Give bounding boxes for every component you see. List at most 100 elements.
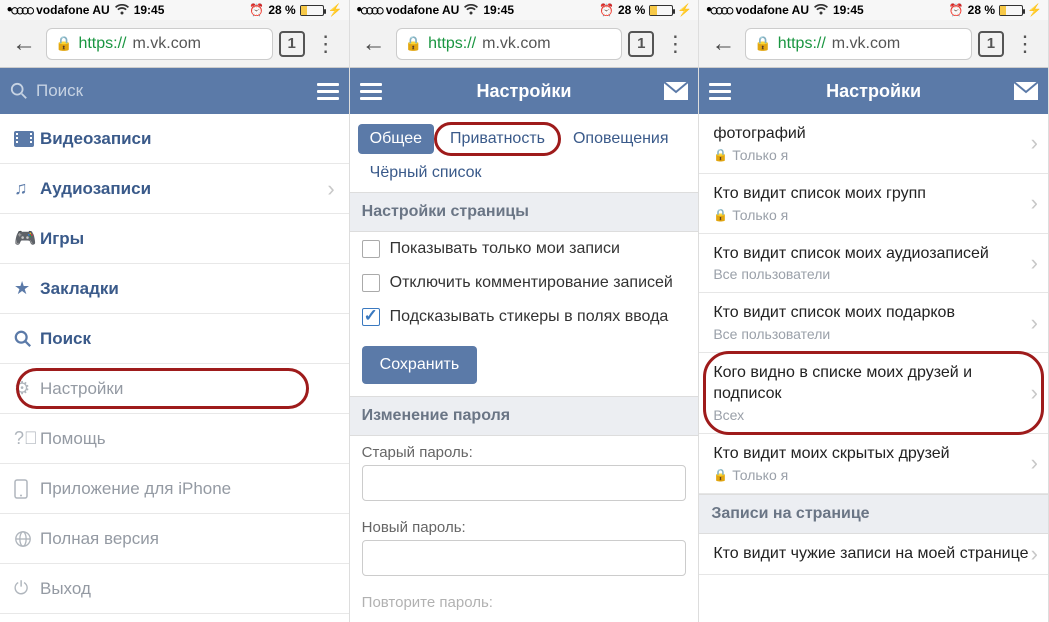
gear-icon: ⚙	[14, 378, 40, 399]
save-button[interactable]: Сохранить	[362, 346, 478, 384]
burger-icon[interactable]	[360, 83, 382, 100]
browser-bar: ← 🔒 https://m.vk.com 1 ⋮	[0, 20, 349, 68]
tab-blacklist[interactable]: Чёрный список	[358, 158, 494, 188]
tab-notifications[interactable]: Оповещения	[561, 124, 681, 154]
chevron-right-icon: ›	[1031, 450, 1038, 476]
new-password-input[interactable]	[362, 540, 687, 576]
menu-item-iphone-app[interactable]: Приложение для iPhone	[0, 464, 349, 514]
tabs-button[interactable]: 1	[978, 31, 1004, 57]
back-button[interactable]: ←	[707, 30, 739, 58]
tab-general[interactable]: Общее	[358, 124, 434, 154]
tabs-button[interactable]: 1	[279, 31, 305, 57]
lock-icon: 🔒	[754, 35, 771, 52]
help-icon: ?⃝	[14, 428, 40, 449]
menu-item-video[interactable]: Видеозаписи	[0, 114, 349, 164]
panel-settings: •○○○○ vodafone AU 19:45 ⏰ 28 % ⚡ ← 🔒 htt…	[350, 0, 700, 622]
battery-pct: 28 %	[268, 3, 295, 17]
menu-item-settings[interactable]: ⚙ Настройки	[0, 364, 349, 414]
url-scheme: https://	[428, 35, 476, 53]
section-wall-posts: Записи на странице	[699, 494, 1048, 534]
mail-icon[interactable]	[1014, 82, 1038, 100]
privacy-value: Только я	[732, 207, 788, 223]
privacy-value: Только я	[732, 467, 788, 483]
url-scheme: https://	[78, 35, 126, 53]
battery-pct: 28 %	[968, 3, 995, 17]
lock-icon: 🔒	[713, 148, 728, 162]
checkbox-only-my-posts[interactable]: Показывать только мои записи	[350, 232, 699, 266]
privacy-value: Все пользователи	[713, 266, 830, 282]
signal-icon: •○○○○	[705, 3, 731, 17]
repeat-password-label: Повторите пароль:	[350, 586, 699, 615]
checkbox-icon	[362, 274, 380, 292]
status-bar: •○○○○ vodafone AU 19:45 ⏰ 28 % ⚡	[350, 0, 699, 20]
tabs-button[interactable]: 1	[628, 31, 654, 57]
privacy-title: Кого видно в списке моих друзей и подпис…	[713, 363, 1034, 405]
globe-icon	[14, 530, 40, 548]
menu-button[interactable]: ⋮	[660, 38, 690, 49]
back-button[interactable]: ←	[358, 30, 390, 58]
privacy-row-friends-list[interactable]: Кого видно в списке моих друзей и подпис…	[699, 353, 1048, 434]
chevron-right-icon: ›	[1031, 250, 1038, 276]
url-scheme: https://	[778, 35, 826, 53]
checkbox-disable-comments[interactable]: Отключить комментирование записей	[350, 266, 699, 300]
games-icon: 🎮	[14, 228, 40, 249]
checkbox-label: Отключить комментирование записей	[390, 274, 673, 292]
lock-icon: 🔒	[713, 208, 728, 222]
wifi-icon	[463, 4, 479, 16]
address-bar[interactable]: 🔒 https://m.vk.com	[745, 28, 972, 60]
charging-icon: ⚡	[677, 3, 692, 17]
privacy-row-gifts[interactable]: Кто видит список моих подарков Все польз…	[699, 293, 1048, 353]
menu-item-search[interactable]: Поиск	[0, 314, 349, 364]
privacy-title: Кто видит моих скрытых друзей	[713, 444, 1034, 465]
menu-label: Полная версия	[40, 529, 159, 549]
privacy-row-hidden-friends[interactable]: Кто видит моих скрытых друзей 🔒Только я …	[699, 434, 1048, 494]
tab-privacy[interactable]: Приватность	[438, 124, 557, 154]
privacy-row-groups[interactable]: Кто видит список моих групп 🔒Только я ›	[699, 174, 1048, 234]
carrier-label: vodafone AU	[735, 3, 809, 17]
menu-button[interactable]: ⋮	[311, 38, 341, 49]
menu-item-audio[interactable]: ♫ Аудиозаписи ›	[0, 164, 349, 214]
menu-label: Приложение для iPhone	[40, 479, 231, 499]
menu-item-logout[interactable]: ⏻ Выход	[0, 564, 349, 614]
menu-item-full-version[interactable]: Полная версия	[0, 514, 349, 564]
address-bar[interactable]: 🔒 https://m.vk.com	[46, 28, 273, 60]
chevron-right-icon: ›	[327, 176, 334, 202]
checkbox-label: Показывать только мои записи	[390, 240, 620, 258]
chevron-right-icon: ›	[1031, 190, 1038, 216]
privacy-title: фотографий	[713, 124, 1034, 145]
old-password-input[interactable]	[362, 465, 687, 501]
privacy-row-photos[interactable]: фотографий 🔒Только я ›	[699, 114, 1048, 174]
phone-icon	[14, 479, 40, 499]
privacy-value: Все пользователи	[713, 326, 830, 342]
address-bar[interactable]: 🔒 https://m.vk.com	[396, 28, 623, 60]
privacy-row-audio[interactable]: Кто видит список моих аудиозаписей Все п…	[699, 234, 1048, 294]
menu-label: Закладки	[40, 279, 119, 299]
status-bar: •○○○○ vodafone AU 19:45 ⏰ 28 % ⚡	[699, 0, 1048, 20]
alarm-icon: ⏰	[599, 3, 614, 17]
menu-item-bookmarks[interactable]: ★ Закладки	[0, 264, 349, 314]
signal-icon: •○○○○	[6, 3, 32, 17]
menu-button[interactable]: ⋮	[1010, 38, 1040, 49]
menu-item-help[interactable]: ?⃝ Помощь	[0, 414, 349, 464]
wifi-icon	[813, 4, 829, 16]
url-host: m.vk.com	[482, 35, 550, 53]
mail-icon[interactable]	[664, 82, 688, 100]
time-label: 19:45	[483, 3, 514, 17]
menu-item-games[interactable]: 🎮 Игры	[0, 214, 349, 264]
search-input[interactable]: Поиск	[10, 81, 307, 101]
status-bar: •○○○○ vodafone AU 19:45 ⏰ 28 % ⚡	[0, 0, 349, 20]
checkbox-icon	[362, 308, 380, 326]
chevron-right-icon: ›	[1031, 380, 1038, 406]
alarm-icon: ⏰	[949, 3, 964, 17]
checkbox-sticker-hints[interactable]: Подсказывать стикеры в полях ввода	[350, 300, 699, 334]
search-placeholder: Поиск	[36, 81, 83, 101]
menu-label: Поиск	[40, 329, 91, 349]
privacy-value: Только я	[732, 147, 788, 163]
battery-pct: 28 %	[618, 3, 645, 17]
chevron-right-icon: ›	[1031, 310, 1038, 336]
burger-icon[interactable]	[709, 83, 731, 100]
privacy-row-others-posts[interactable]: Кто видит чужие записи на моей странице …	[699, 534, 1048, 576]
menu-label: Аудиозаписи	[40, 179, 151, 199]
burger-icon[interactable]	[317, 83, 339, 100]
back-button[interactable]: ←	[8, 30, 40, 58]
